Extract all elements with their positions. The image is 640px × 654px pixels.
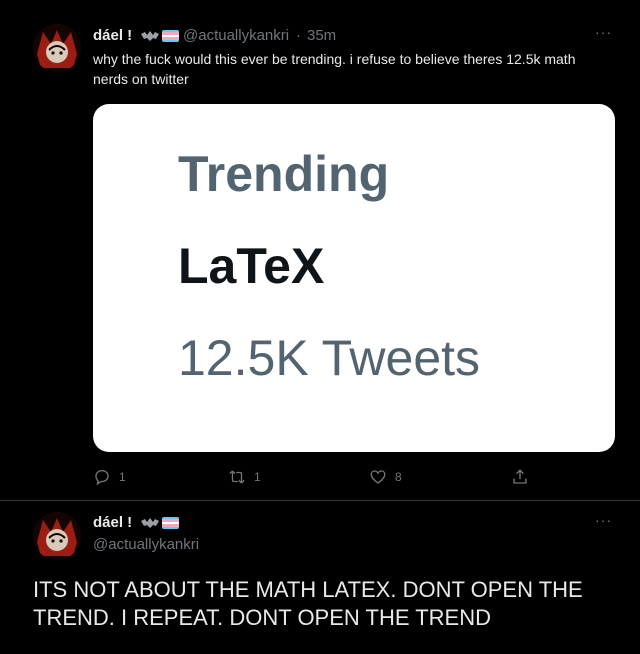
- image-trending-topic: LaTeX: [178, 238, 325, 294]
- like-button[interactable]: 8: [369, 468, 402, 486]
- display-name[interactable]: dáel !: [93, 27, 132, 44]
- tweet-text: why the fuck would this ever be trending…: [93, 51, 576, 87]
- reply-display-name[interactable]: dáel !: [93, 514, 132, 531]
- tweet-image[interactable]: Trending LaTeX 12.5K Tweets: [93, 104, 615, 452]
- avatar[interactable]: [33, 24, 81, 72]
- separator-dot: ·: [296, 27, 301, 44]
- reply-handle[interactable]: @actuallykankri: [93, 536, 199, 553]
- trans-flag-icon: [162, 517, 179, 529]
- trans-flag-icon: [162, 30, 179, 42]
- handle[interactable]: @actuallykankri: [183, 27, 289, 44]
- divider: [0, 500, 640, 501]
- bat-icon: [141, 518, 159, 528]
- bat-icon: [141, 31, 159, 41]
- retweet-icon: [229, 470, 245, 484]
- timestamp[interactable]: 35m: [307, 27, 336, 44]
- tweet-actions: 1 1 8: [93, 466, 543, 488]
- reply-button[interactable]: 1: [93, 468, 126, 486]
- profile-badges: [141, 30, 179, 42]
- heart-icon: [370, 470, 386, 484]
- avatar-image: [33, 512, 81, 560]
- reply-avatar[interactable]: [33, 512, 81, 560]
- like-count: 8: [395, 470, 402, 484]
- avatar-image: [33, 24, 81, 72]
- reply-text: ITS NOT ABOUT THE MATH LATEX. DONT OPEN …: [33, 577, 583, 630]
- retweet-button[interactable]: 1: [228, 468, 261, 486]
- retweet-count: 1: [254, 470, 261, 484]
- more-options-icon[interactable]: ···: [595, 24, 612, 40]
- image-trending-count: 12.5K Tweets: [178, 330, 481, 386]
- reply-icon: [95, 469, 109, 486]
- share-button[interactable]: [511, 468, 529, 486]
- reply-count: 1: [119, 470, 126, 484]
- reply-profile-badges: [141, 517, 179, 529]
- share-icon: [513, 469, 527, 484]
- more-options-icon[interactable]: ···: [595, 512, 612, 528]
- image-trending-heading: Trending: [178, 146, 390, 202]
